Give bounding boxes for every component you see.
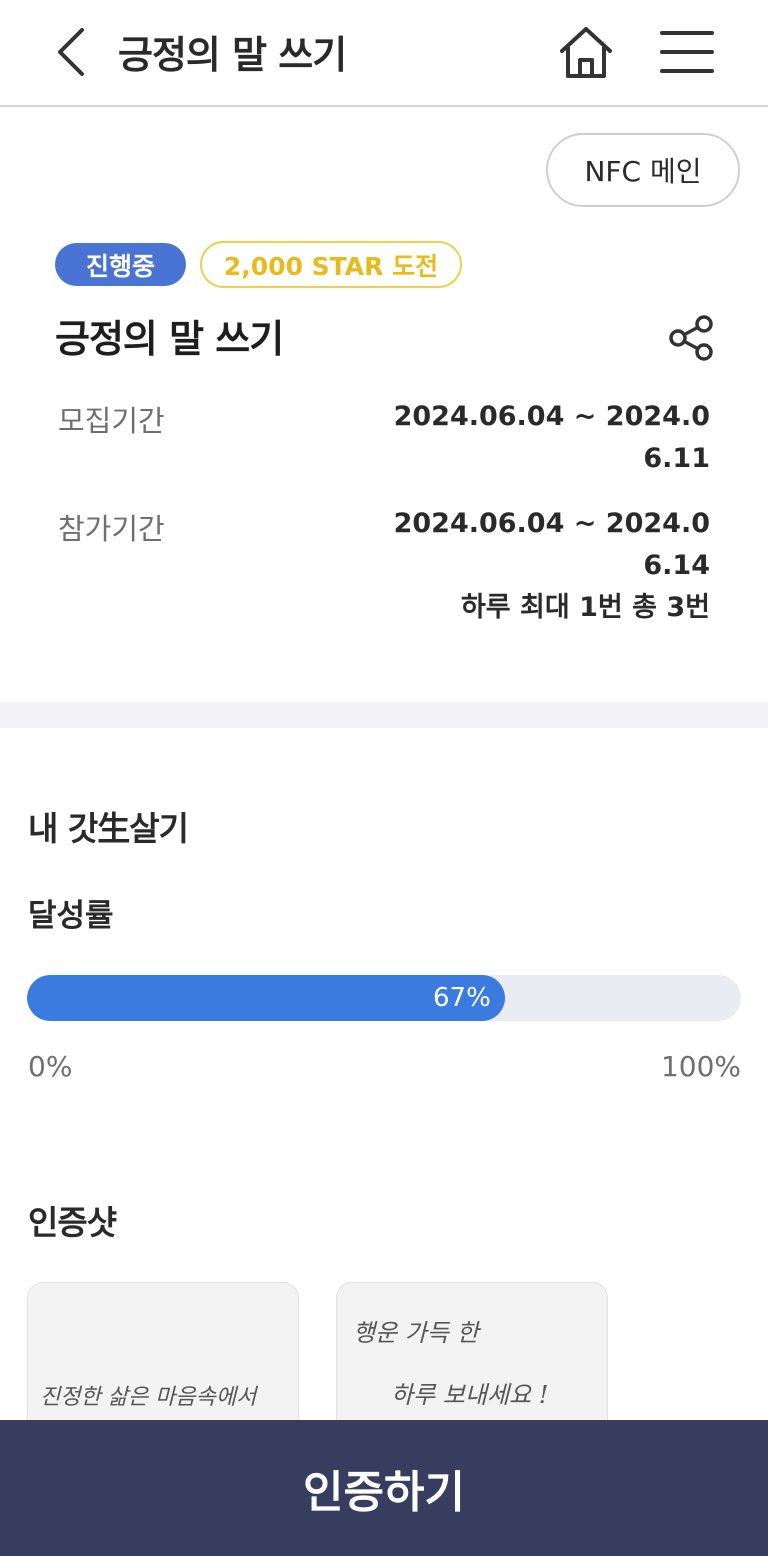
progress-min-label: 0% — [28, 1050, 73, 1083]
hamburger-menu-icon[interactable] — [660, 28, 714, 76]
my-life-title: 내 갓生살기 — [28, 809, 189, 848]
share-icon[interactable] — [666, 314, 716, 362]
certify-button[interactable]: 인증하기 — [0, 1420, 768, 1556]
achievement-rate-label: 달성률 — [28, 898, 114, 934]
chevron-left-icon[interactable] — [52, 26, 92, 78]
progress-max-label: 100% — [660, 1050, 741, 1083]
top-app-bar: 긍정의 말 쓰기 — [0, 0, 768, 107]
proof-photo-1-caption: 진정한 삶은 마음속에서 — [40, 1385, 257, 1410]
status-badge: 진행중 — [55, 243, 186, 286]
section-divider — [0, 702, 768, 728]
proof-photo-2-line1: 행운 가득 한 — [353, 1319, 479, 1347]
achievement-progress-bar: 67% — [27, 975, 741, 1021]
page-title: 긍정의 말 쓰기 — [118, 33, 347, 77]
participation-period-value: 2024.06.04 ~ 2024.06.14 — [393, 508, 710, 581]
recruit-period-label: 모집기간 — [58, 404, 165, 438]
participation-period-label: 참가기간 — [58, 512, 165, 546]
challenge-title: 긍정의 말 쓰기 — [55, 317, 284, 361]
home-icon[interactable] — [556, 24, 616, 80]
nfc-main-label: NFC 메인 — [584, 155, 702, 188]
star-badge-label: 2,000 STAR 도전 — [223, 251, 439, 281]
proof-photo-2-line2: 하루 보내세요 ! — [391, 1381, 549, 1409]
status-badge-label: 진행중 — [85, 251, 155, 281]
progress-percent-text: 67% — [433, 983, 491, 1013]
nfc-main-button[interactable]: NFC 메인 — [546, 133, 740, 207]
participation-limit-note: 하루 최대 1번 총 3번 — [460, 592, 710, 623]
star-challenge-badge: 2,000 STAR 도전 — [200, 241, 462, 288]
recruit-period-value: 2024.06.04 ~ 2024.06.11 — [393, 401, 710, 474]
certify-button-label: 인증하기 — [303, 1468, 465, 1517]
proof-shots-title: 인증샷 — [28, 1203, 117, 1242]
